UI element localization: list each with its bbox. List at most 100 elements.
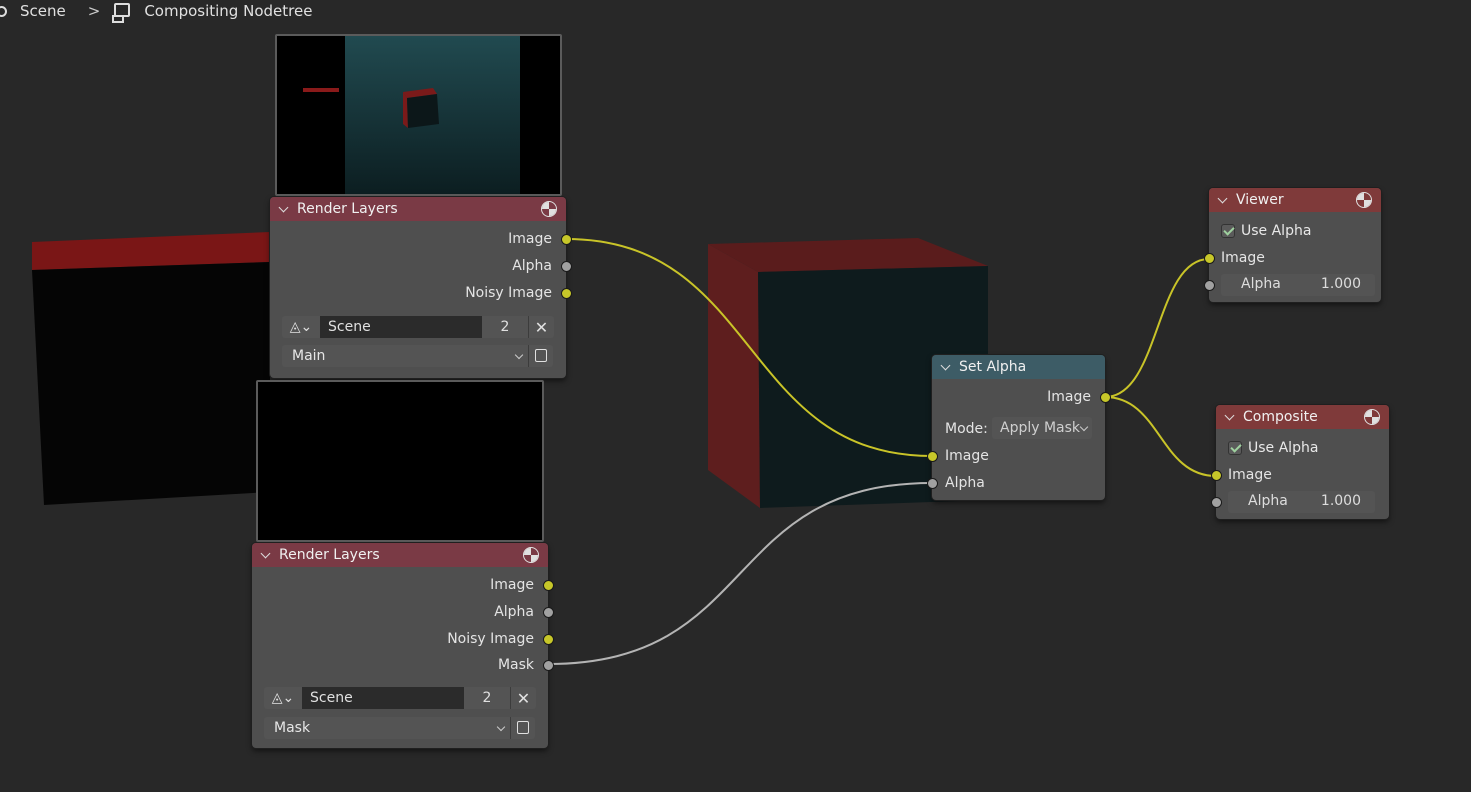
- scene-selector[interactable]: ◬⌄ Scene 2 ✕: [282, 316, 554, 338]
- node-header[interactable]: Render Layers: [252, 543, 548, 567]
- output-alpha: Alpha: [512, 258, 552, 274]
- clipboard-icon: [535, 349, 547, 362]
- socket-input-image[interactable]: [927, 451, 938, 462]
- scene-icon: [0, 4, 8, 18]
- clipboard-icon: [517, 721, 529, 734]
- socket-alpha[interactable]: [561, 261, 572, 272]
- socket-input-alpha[interactable]: [1211, 497, 1222, 508]
- output-noisy-image: Noisy Image: [465, 285, 552, 301]
- unlink-icon[interactable]: ✕: [510, 687, 536, 709]
- use-alpha-label: Use Alpha: [1248, 440, 1319, 456]
- scene-users-count[interactable]: 2: [464, 687, 510, 709]
- backdrop-left-cube: [32, 232, 270, 505]
- chevron-down-icon[interactable]: [1217, 193, 1228, 203]
- alpha-value: 1.000: [1320, 276, 1361, 292]
- chevron-right-icon: >: [87, 2, 101, 20]
- use-alpha-checkbox[interactable]: Use Alpha: [1228, 437, 1318, 459]
- nodetree-icon: [112, 3, 131, 23]
- output-image: Image: [1047, 389, 1091, 405]
- chevron-down-icon: [1079, 422, 1089, 432]
- socket-output-image[interactable]: [1100, 392, 1111, 403]
- scene-name-field[interactable]: Scene: [302, 687, 464, 709]
- preview-toggle-icon[interactable]: [541, 201, 557, 217]
- checkmark-icon[interactable]: [1228, 441, 1242, 455]
- chevron-down-icon: [514, 350, 524, 360]
- preview-toggle-icon[interactable]: [1356, 192, 1372, 208]
- node-editor-canvas[interactable]: [0, 0, 1471, 792]
- output-alpha: Alpha: [494, 604, 534, 620]
- render-preview-main: [275, 34, 562, 196]
- output-noisy-image: Noisy Image: [447, 631, 534, 647]
- mode-label: Mode:: [945, 421, 988, 437]
- output-image: Image: [490, 577, 534, 593]
- use-alpha-checkbox[interactable]: Use Alpha: [1221, 220, 1311, 242]
- alpha-label: Alpha: [1248, 493, 1288, 509]
- socket-input-alpha[interactable]: [927, 478, 938, 489]
- render-button[interactable]: [528, 345, 553, 367]
- alpha-label: Alpha: [1241, 276, 1281, 292]
- chevron-down-icon[interactable]: [278, 202, 289, 212]
- link-setalpha-to-composite: [1104, 396, 1217, 477]
- node-title: Render Layers: [297, 201, 398, 217]
- node-title: Set Alpha: [959, 359, 1027, 375]
- render-layers-node-1[interactable]: Render Layers Image Alpha Noisy Image ◬⌄…: [270, 197, 572, 378]
- socket-image[interactable]: [543, 580, 554, 591]
- preview-toggle-icon[interactable]: [523, 547, 539, 563]
- layer-selector[interactable]: Main: [282, 345, 553, 367]
- render-layers-node-2[interactable]: Render Layers Image Alpha Noisy Image Ma…: [252, 543, 554, 748]
- socket-alpha[interactable]: [543, 607, 554, 618]
- scene-name-field[interactable]: Scene: [320, 316, 482, 338]
- socket-noisy-image[interactable]: [543, 634, 554, 645]
- node-header[interactable]: Composite: [1216, 405, 1389, 429]
- layer-selector[interactable]: Mask: [264, 717, 535, 739]
- scene-selector[interactable]: ◬⌄ Scene 2 ✕: [264, 687, 536, 709]
- node-header[interactable]: Viewer: [1209, 188, 1381, 212]
- layer-value: Mask: [274, 720, 311, 736]
- socket-image[interactable]: [561, 234, 572, 245]
- node-header[interactable]: Render Layers: [270, 197, 566, 221]
- socket-noisy-image[interactable]: [561, 288, 572, 299]
- alpha-value-field[interactable]: Alpha 1.000: [1228, 491, 1375, 513]
- node-title: Composite: [1243, 409, 1318, 425]
- socket-input-image[interactable]: [1204, 253, 1215, 264]
- node-header[interactable]: Set Alpha: [932, 355, 1105, 379]
- scene-browse-icon[interactable]: ◬⌄: [282, 316, 320, 338]
- scene-users-count[interactable]: 2: [482, 316, 528, 338]
- node-title: Viewer: [1236, 192, 1284, 208]
- output-mask: Mask: [497, 657, 534, 673]
- composite-node[interactable]: Composite Use Alpha Image Alpha 1.000: [1211, 405, 1389, 519]
- input-image: Image: [945, 448, 989, 464]
- checkmark-icon[interactable]: [1221, 224, 1235, 238]
- socket-input-image[interactable]: [1211, 470, 1222, 481]
- mode-value: Apply Mask: [1000, 420, 1081, 436]
- breadcrumb: Scene > Compositing Nodetree: [0, 0, 312, 23]
- set-alpha-node[interactable]: Set Alpha Image Mode: Apply Mask Image A…: [927, 355, 1111, 500]
- link-setalpha-to-viewer: [1104, 258, 1210, 398]
- preview-toggle-icon[interactable]: [1364, 409, 1380, 425]
- render-preview-mask: [256, 380, 544, 542]
- chevron-down-icon[interactable]: [260, 548, 271, 558]
- chevron-down-icon[interactable]: [940, 360, 951, 370]
- output-image: Image: [508, 231, 552, 247]
- scene-browse-icon[interactable]: ◬⌄: [264, 687, 302, 709]
- chevron-down-icon: [496, 722, 506, 732]
- socket-input-alpha[interactable]: [1204, 280, 1215, 291]
- render-button[interactable]: [510, 717, 535, 739]
- chevron-down-icon[interactable]: [1224, 410, 1235, 420]
- viewer-node[interactable]: Viewer Use Alpha Image Alpha 1.000: [1204, 188, 1381, 302]
- layer-dropdown[interactable]: Main: [282, 345, 528, 367]
- alpha-value: 1.000: [1320, 493, 1361, 509]
- socket-mask[interactable]: [543, 660, 554, 671]
- use-alpha-label: Use Alpha: [1241, 223, 1312, 239]
- input-image: Image: [1228, 467, 1272, 483]
- unlink-icon[interactable]: ✕: [528, 316, 554, 338]
- input-alpha: Alpha: [945, 475, 985, 491]
- layer-value: Main: [292, 348, 326, 364]
- alpha-value-field[interactable]: Alpha 1.000: [1221, 274, 1375, 296]
- input-image: Image: [1221, 250, 1265, 266]
- breadcrumb-nodetree[interactable]: Compositing Nodetree: [144, 2, 312, 20]
- node-title: Render Layers: [279, 547, 380, 563]
- layer-dropdown[interactable]: Mask: [264, 717, 510, 739]
- mode-dropdown[interactable]: Apply Mask: [992, 417, 1092, 439]
- breadcrumb-scene[interactable]: Scene: [20, 2, 66, 20]
